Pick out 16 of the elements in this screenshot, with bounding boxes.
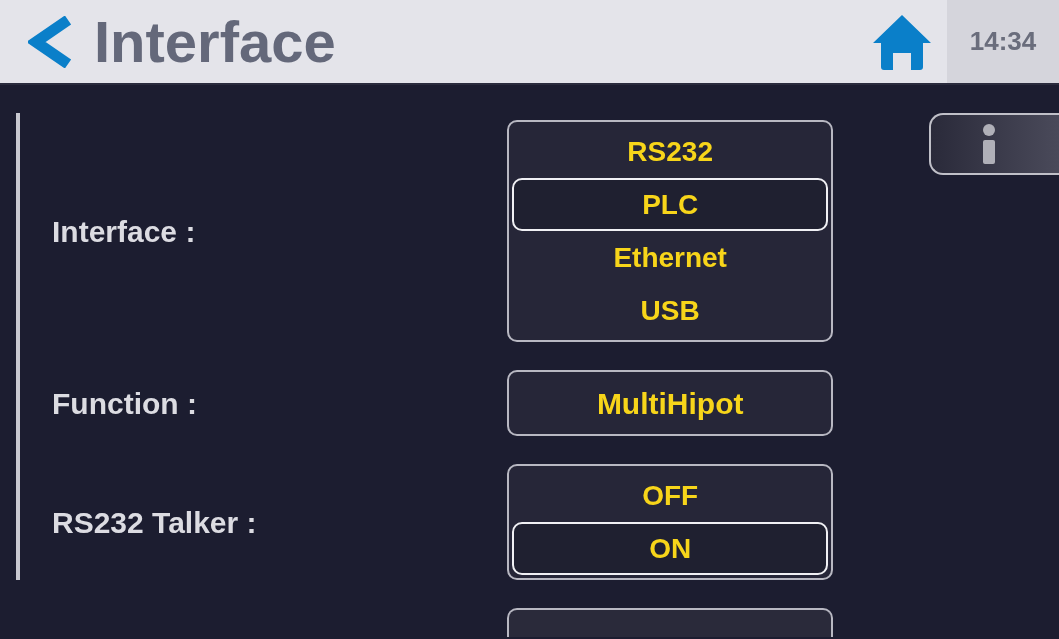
value-button[interactable]: MultiHipot	[507, 370, 833, 436]
option-item[interactable]: USB	[512, 284, 828, 337]
page-title: Interface	[94, 12, 336, 71]
info-button[interactable]	[929, 113, 1059, 175]
home-icon[interactable]	[871, 12, 933, 71]
option-item[interactable]: PLC	[512, 178, 828, 231]
option-item[interactable]: OFF	[512, 469, 828, 522]
field-label: RS232 Talker :	[51, 504, 258, 541]
info-icon	[981, 124, 997, 164]
option-item[interactable]: RS232	[512, 125, 828, 178]
field-label: Function :	[51, 385, 198, 422]
field-label: Interface :	[51, 213, 197, 250]
back-icon[interactable]	[28, 15, 72, 68]
option-item[interactable]: ON	[512, 522, 828, 575]
clock-time: 14:34	[969, 25, 1037, 58]
option-item[interactable]: Ethernet	[512, 231, 828, 284]
